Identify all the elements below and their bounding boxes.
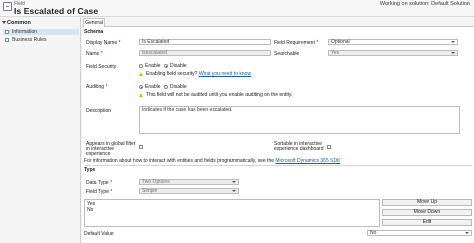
- auditing-label: Auditing *: [86, 84, 108, 90]
- schema-heading: Schema: [84, 29, 104, 35]
- edit-button[interactable]: Edit: [382, 219, 472, 226]
- sidebar-item-label: Information: [12, 29, 38, 35]
- description-label: Description: [86, 108, 112, 114]
- global-filter-label: Appears in global filter in interactive …: [86, 141, 136, 157]
- options-listbox[interactable]: Yes No: [84, 199, 380, 227]
- solution-label: Working on solution: Default Solution: [379, 1, 470, 7]
- sidebar-section-common[interactable]: Common: [2, 20, 31, 26]
- tab-bar: General: [82, 18, 474, 27]
- field-security-enable-label: Enable: [145, 63, 161, 69]
- auditing-enable-radio[interactable]: [139, 85, 143, 89]
- auditing-disable-label: Disable: [170, 84, 187, 90]
- field-type-label: Field Type *: [86, 189, 113, 195]
- chevron-down-icon: [232, 181, 236, 183]
- sidebar-item-business-rules[interactable]: Business Rules: [3, 37, 79, 43]
- searchable-select: Yes: [328, 50, 458, 56]
- field-security-disable-label: Disable: [170, 63, 187, 69]
- field-security-enable-radio[interactable]: [139, 64, 143, 68]
- chevron-down-icon: [451, 41, 455, 43]
- sidebar-item-information[interactable]: Information: [3, 29, 79, 35]
- name-field: isescalated: [139, 50, 271, 56]
- header: Field Is Escalated of Case Working on so…: [0, 0, 474, 17]
- auditing-note: This field will not be audited until you…: [146, 92, 293, 98]
- field-security-link[interactable]: What you need to know: [199, 71, 251, 77]
- field-security-disable-radio[interactable]: [164, 64, 168, 68]
- field-type-select: Simple: [139, 188, 239, 194]
- display-name-label: Display Name *: [86, 40, 121, 46]
- data-type-select: Two Options: [139, 179, 239, 185]
- move-down-button[interactable]: Move Down: [382, 209, 472, 216]
- display-name-field[interactable]: Is Escalated: [139, 39, 271, 45]
- field-security-label: Field Security: [86, 64, 117, 70]
- field-requirement-select[interactable]: Optional: [328, 39, 458, 45]
- form-content: Schema Display Name * Is Escalated Field…: [82, 27, 474, 243]
- field-icon: [3, 2, 12, 11]
- warning-icon: [139, 93, 143, 97]
- tab-general[interactable]: General: [83, 18, 105, 27]
- default-value-select[interactable]: No: [367, 230, 472, 236]
- searchable-label: Searchable: [274, 51, 300, 57]
- business-rules-icon: [5, 38, 9, 42]
- sidebar-section-label: Common: [7, 20, 31, 26]
- global-filter-checkbox[interactable]: [139, 145, 143, 149]
- list-item[interactable]: No: [87, 207, 377, 213]
- data-type-label: Data Type *: [86, 180, 113, 186]
- warning-icon: [139, 72, 143, 76]
- description-textarea[interactable]: Indicates if the case has been escalated…: [139, 106, 460, 134]
- divider: [84, 165, 472, 166]
- move-up-button[interactable]: Move Up: [382, 199, 472, 206]
- type-heading: Type: [84, 167, 96, 173]
- name-label: Name *: [86, 51, 103, 57]
- page-title: Is Escalated of Case: [14, 6, 99, 16]
- chevron-down-icon: [465, 232, 469, 234]
- sidebar: Common Information Business Rules: [0, 18, 81, 243]
- sortable-checkbox[interactable]: [327, 145, 331, 149]
- default-value-label: Default Value: [84, 231, 114, 237]
- auditing-enable-label: Enable: [145, 84, 161, 90]
- sdk-link[interactable]: Microsoft Dynamics 365 SDK: [275, 158, 340, 164]
- information-icon: [5, 30, 9, 34]
- field-security-note: Enabling field security? What you need t…: [146, 71, 252, 77]
- caret-down-icon: [2, 21, 6, 25]
- chevron-down-icon: [232, 190, 236, 192]
- chevron-down-icon: [451, 52, 455, 54]
- sortable-label: Sortable in interactive experience dashb…: [274, 141, 324, 152]
- auditing-disable-radio[interactable]: [164, 85, 168, 89]
- sdk-info-text: For information about how to interact wi…: [84, 158, 341, 164]
- field-requirement-label: Field Requirement *: [274, 40, 319, 46]
- sidebar-item-label: Business Rules: [12, 37, 47, 43]
